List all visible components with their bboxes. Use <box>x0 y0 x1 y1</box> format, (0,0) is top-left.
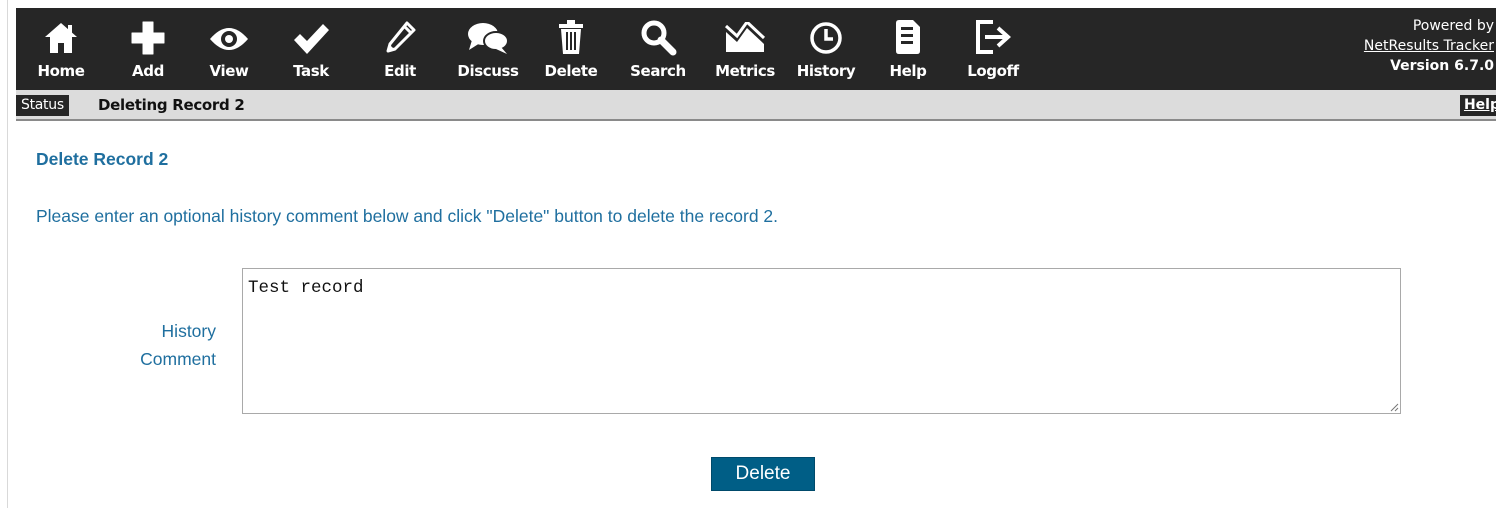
toolbar-view-button[interactable]: View <box>196 8 262 90</box>
powered-by-text: Powered by <box>1412 18 1494 34</box>
main-toolbar: Home Add View Task Edit Discuss Delete S… <box>16 8 1496 90</box>
toolbar-add-button[interactable]: Add <box>118 8 178 90</box>
toolbar-label: Help <box>889 62 927 80</box>
toolbar-edit-button[interactable]: Edit <box>370 8 430 90</box>
toolbar-logoff-button[interactable]: Logoff <box>958 8 1028 90</box>
chart-icon <box>704 8 786 58</box>
status-label: Status <box>16 95 69 116</box>
toolbar-discuss-button[interactable]: Discuss <box>450 8 526 90</box>
toolbar-label: Logoff <box>967 62 1019 80</box>
toolbar-delete-button[interactable]: Delete <box>536 8 606 90</box>
magnifier-icon <box>620 8 696 58</box>
toolbar-task-button[interactable]: Task <box>278 8 344 90</box>
toolbar-label: Metrics <box>715 62 775 80</box>
history-comment-label-line2: Comment <box>140 349 216 369</box>
history-comment-label-line1: History <box>161 321 216 341</box>
toolbar-label: Task <box>293 62 329 80</box>
toolbar-home-button[interactable]: Home <box>28 8 94 90</box>
toolbar-search-button[interactable]: Search <box>620 8 696 90</box>
history-comment-input[interactable]: Test record <box>242 268 1401 414</box>
trash-icon <box>536 8 606 58</box>
toolbar-label: Edit <box>384 62 416 80</box>
page: Home Add View Task Edit Discuss Delete S… <box>0 0 1496 508</box>
logoff-icon <box>958 8 1028 58</box>
version-text: Version 6.7.0 <box>1390 58 1494 74</box>
speech-bubbles-icon <box>450 8 526 58</box>
delete-button[interactable]: Delete <box>711 457 815 491</box>
toolbar-history-button[interactable]: History <box>786 8 866 90</box>
resize-grip-icon[interactable] <box>1387 400 1399 412</box>
toolbar-metrics-button[interactable]: Metrics <box>704 8 786 90</box>
document-icon <box>878 8 938 58</box>
toolbar-label: Discuss <box>457 62 519 80</box>
toolbar-label: Delete <box>544 62 598 80</box>
eye-icon <box>196 8 262 58</box>
history-comment-label: History Comment <box>28 317 216 373</box>
powered-by-info: Powered by NetResults Tracker Version 6.… <box>1364 16 1494 76</box>
help-link[interactable]: Help <box>1459 95 1496 116</box>
plus-icon <box>118 8 178 58</box>
status-bar: Status Deleting Record 2 Help <box>16 90 1496 121</box>
clock-icon <box>786 8 866 58</box>
home-icon <box>28 8 94 58</box>
product-link[interactable]: NetResults Tracker <box>1364 36 1494 56</box>
pencil-icon <box>370 8 430 58</box>
toolbar-label: Add <box>132 62 164 80</box>
toolbar-label: Home <box>37 62 85 80</box>
toolbar-help-button[interactable]: Help <box>878 8 938 90</box>
status-message: Deleting Record 2 <box>98 96 245 114</box>
toolbar-label: Search <box>630 62 686 80</box>
toolbar-label: View <box>209 62 249 80</box>
page-title: Delete Record 2 <box>36 149 169 169</box>
checkmark-icon <box>278 8 344 58</box>
instructions-text: Please enter an optional history comment… <box>36 206 779 226</box>
toolbar-label: History <box>796 62 856 80</box>
